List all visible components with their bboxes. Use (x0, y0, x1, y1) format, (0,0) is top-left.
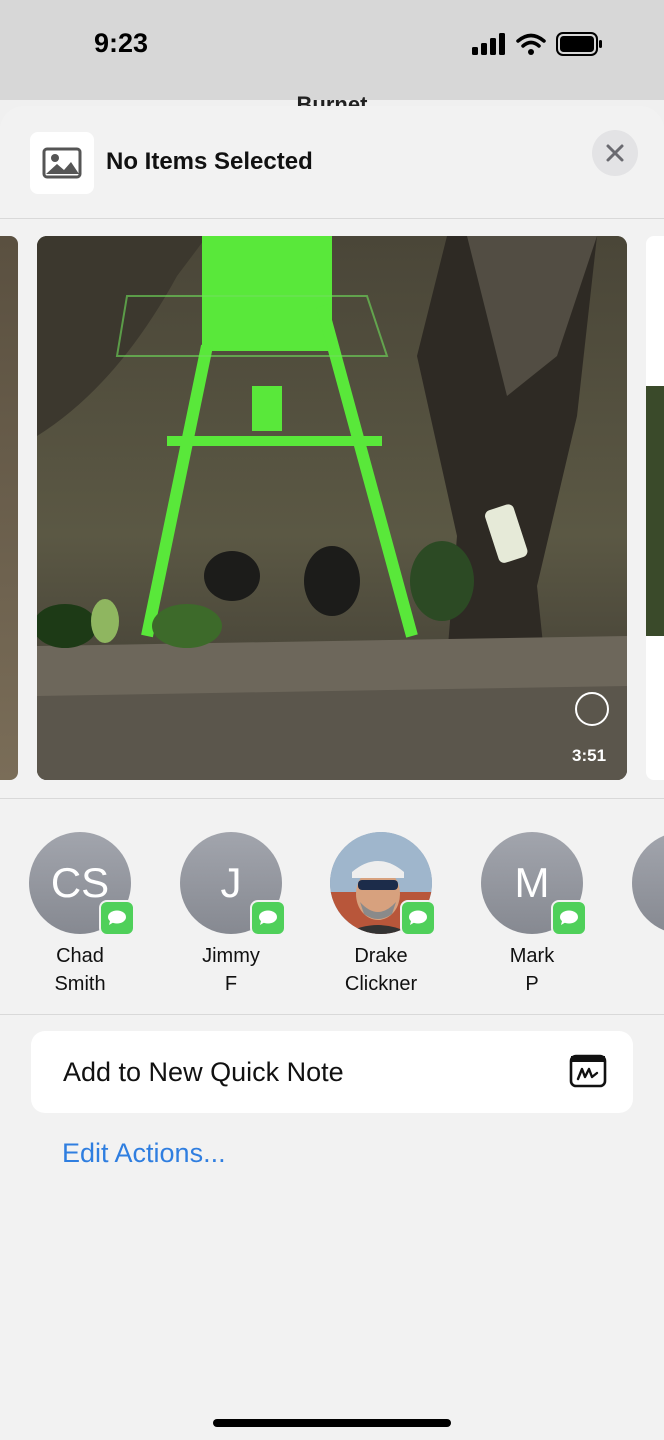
home-indicator[interactable] (213, 1419, 451, 1427)
person-last-name: F (224, 973, 238, 995)
person-mark-p[interactable]: M Mark P (467, 832, 597, 998)
status-time: 9:23 (94, 28, 149, 58)
person-last-name: Smith (54, 973, 106, 995)
previous-media-thumbnail[interactable] (0, 236, 18, 780)
quick-note-action[interactable]: Add to New Quick Note (31, 1031, 633, 1113)
status-bar: 9:23 (0, 0, 664, 100)
avatar-initials: J (220, 859, 242, 906)
person-first-name: Drake (354, 945, 408, 967)
messages-icon (551, 900, 587, 936)
photo-icon (30, 132, 94, 194)
person-first-name: Chad (56, 945, 104, 967)
media-carousel[interactable]: 3:51 (0, 218, 664, 799)
avatar-initials: CS (50, 859, 110, 906)
trail-camera-video-frame (37, 236, 627, 780)
close-button[interactable] (592, 130, 638, 176)
person-drake-clickner[interactable]: Drake Clickner (316, 832, 446, 998)
close-icon (606, 144, 624, 162)
quick-note-icon (569, 1054, 607, 1088)
messages-icon (400, 900, 436, 936)
avatar: M (481, 832, 587, 936)
edit-actions-link[interactable]: Edit Actions... (62, 1138, 226, 1169)
selection-circle[interactable] (575, 692, 609, 726)
video-duration: 3:51 (572, 746, 607, 765)
person-jimmy-f[interactable]: J Jimmy F (166, 832, 296, 998)
action-label: Add to New Quick Note (63, 1057, 344, 1087)
next-media-thumbnail[interactable] (646, 236, 664, 780)
avatar-initials: M (514, 859, 550, 906)
messages-icon (250, 900, 286, 936)
header-title: No Items Selected (106, 148, 313, 175)
status-icons (472, 32, 604, 56)
avatar: CS (29, 832, 135, 936)
wifi-icon (516, 33, 546, 55)
person-last-name: Clickner (344, 973, 418, 995)
battery-icon (556, 32, 602, 56)
person-partial-avatar[interactable] (632, 832, 664, 934)
share-sheet: No Items Selected 3:51 CS Chad Smith J J… (0, 106, 664, 1440)
messages-icon (99, 900, 135, 936)
person-chad-smith[interactable]: CS Chad Smith (15, 832, 145, 998)
cellular-signal-icon (472, 33, 505, 55)
people-suggestions: CS Chad Smith J Jimmy F Drake Clickner M… (0, 798, 664, 1015)
avatar: J (180, 832, 286, 936)
person-first-name: Jimmy (202, 945, 260, 967)
person-last-name: P (525, 973, 539, 995)
person-first-name: Mark (509, 945, 555, 967)
avatar-photo (330, 832, 436, 936)
main-media-preview[interactable]: 3:51 (37, 236, 627, 780)
share-sheet-header: No Items Selected (0, 106, 664, 219)
